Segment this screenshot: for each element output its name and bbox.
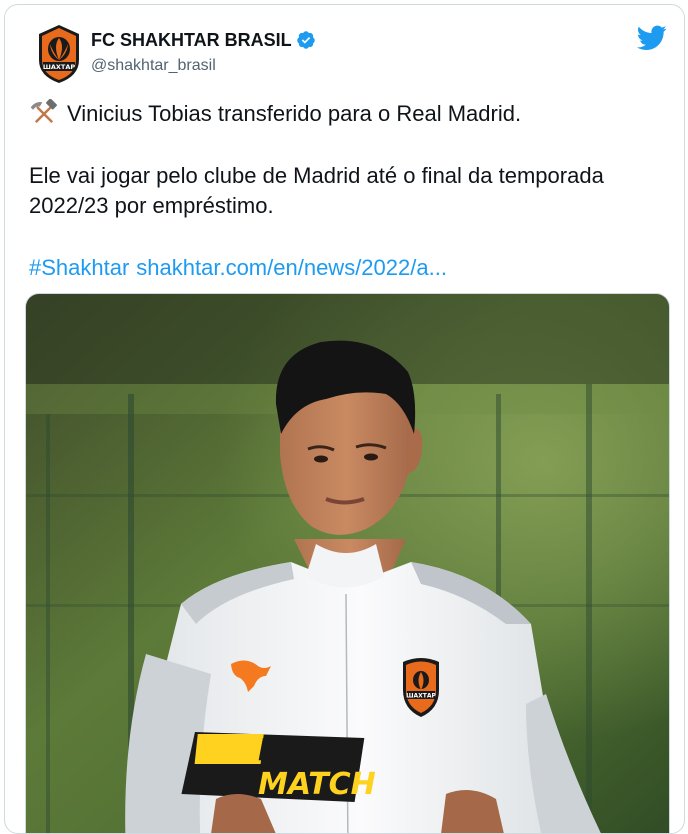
shirt-crest-text: ШАХТАР: [406, 693, 436, 700]
news-url-link[interactable]: shakhtar.com/en/news/2022/a...: [136, 253, 447, 283]
twitter-bird-icon[interactable]: [637, 25, 667, 51]
tweet-photo[interactable]: ШАХТАР PARI MATCH: [25, 293, 670, 833]
hammer-and-pick-icon: [30, 99, 57, 123]
sponsor-text-pari: PARI: [258, 733, 335, 768]
player-photo: ШАХТАР PARI MATCH: [26, 294, 669, 833]
tweet-text: Vinicius Tobias transferido para o Real …: [29, 99, 649, 283]
tweet-line-1: Vinicius Tobias transferido para o Real …: [67, 101, 522, 126]
hashtag-link[interactable]: #Shakhtar: [29, 253, 129, 283]
sponsor-text-match: MATCH: [258, 767, 376, 802]
avatar-crest-text: ШАХТАР: [43, 63, 76, 71]
tweet-card[interactable]: ШАХТАР FC SHAKHTAR BRASIL @shakhtar_bras…: [4, 4, 685, 834]
account-handle[interactable]: @shakhtar_brasil: [91, 57, 316, 75]
display-name[interactable]: FC SHAKHTAR BRASIL: [91, 30, 292, 51]
tweet-line-2: Ele vai jogar pelo clube de Madrid até o…: [29, 163, 604, 218]
sponsor-logo: PARI MATCH: [181, 732, 376, 802]
shakhtar-crest-avatar[interactable]: ШАХТАР: [37, 24, 81, 84]
tweet-header: ШАХТАР FC SHAKHTAR BRASIL @shakhtar_bras…: [29, 23, 669, 87]
verified-badge-icon: [296, 31, 315, 49]
